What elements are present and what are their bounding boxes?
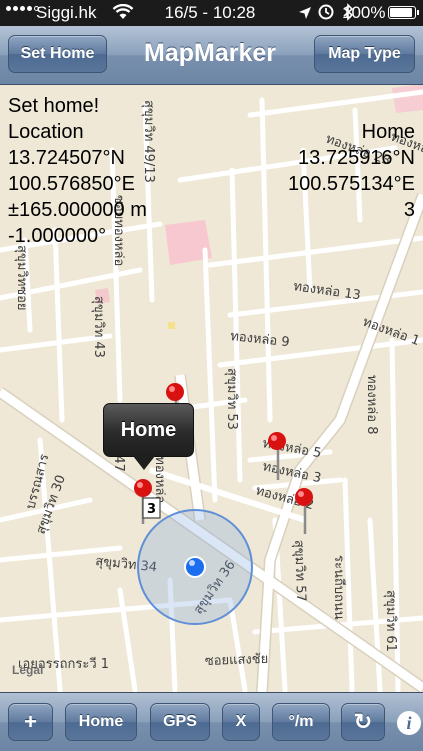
- street-label: สุขุมวิท 49/13: [141, 100, 156, 183]
- street-label: สุขุมวิท 57: [291, 540, 308, 602]
- callout-tail: [133, 456, 155, 470]
- refresh-button[interactable]: ↻: [341, 703, 385, 741]
- map-block: [392, 85, 423, 113]
- status-bar: Siggi.hk 16/5 - 10:28 100%: [0, 0, 423, 26]
- bottom-toolbar: + Home GPS X °/m ↻ i: [0, 692, 423, 751]
- street-label: สุขุมวิท 53: [224, 368, 239, 430]
- location-heading: -1.000000°: [8, 225, 107, 247]
- gps-button[interactable]: GPS: [150, 703, 210, 741]
- set-home-button[interactable]: Set Home: [8, 35, 107, 73]
- street-label: สุขุมวิทซอย: [14, 245, 29, 311]
- map-type-button[interactable]: Map Type: [314, 35, 415, 73]
- street-label: ระนถีบถนน: [331, 555, 347, 620]
- home-button[interactable]: Home: [65, 703, 137, 741]
- status-time: 16/5 - 10:28: [164, 3, 256, 22]
- status-message: Set home!: [8, 95, 100, 117]
- wifi-icon: [112, 3, 134, 25]
- location-longitude: 100.576850°E: [8, 173, 136, 195]
- signal-strength-icon: [6, 6, 39, 11]
- navigation-bar: Set Home MapMarker Map Type: [0, 26, 423, 85]
- info-icon[interactable]: i: [397, 711, 421, 735]
- street-label: ซอยแสงชัย: [205, 652, 269, 669]
- carrier-name: Siggi.hk: [36, 3, 97, 22]
- home-longitude: 100.575134°E: [287, 173, 415, 195]
- location-label: Location: [8, 121, 84, 143]
- battery-icon: [388, 6, 419, 19]
- street-label: สุขุมวิท 61: [383, 590, 398, 652]
- street-label: สุขุมวิท 43: [91, 296, 106, 358]
- pin-badge: 3: [147, 502, 156, 517]
- app-title: MapMarker: [144, 39, 276, 67]
- add-button[interactable]: +: [8, 703, 53, 741]
- map-poi: [168, 322, 175, 329]
- battery-percent: 100%: [342, 3, 386, 22]
- alarm-icon: [318, 4, 334, 25]
- location-latitude: 13.724507°N: [8, 147, 125, 169]
- home-label: Home: [361, 121, 415, 143]
- map-view[interactable]: ทองหล่อ 23 ทองหล่อ 2 สุขุมวิท 49/13 ซอยท…: [0, 85, 423, 692]
- current-location-dot: [184, 556, 206, 578]
- street-label: ทองหล่อ 13: [292, 279, 361, 303]
- street-label: ทองหล่อ 8: [364, 375, 379, 434]
- location-arrow-icon: [298, 5, 312, 25]
- home-count: 3: [403, 199, 415, 221]
- units-toggle-button[interactable]: °/m: [272, 703, 330, 741]
- clear-button[interactable]: X: [222, 703, 260, 741]
- home-latitude: 13.725916°N: [298, 147, 415, 169]
- legal-link[interactable]: Legal: [12, 663, 43, 677]
- home-callout[interactable]: Home: [103, 403, 194, 457]
- location-accuracy: ±165.000000 m: [8, 199, 147, 221]
